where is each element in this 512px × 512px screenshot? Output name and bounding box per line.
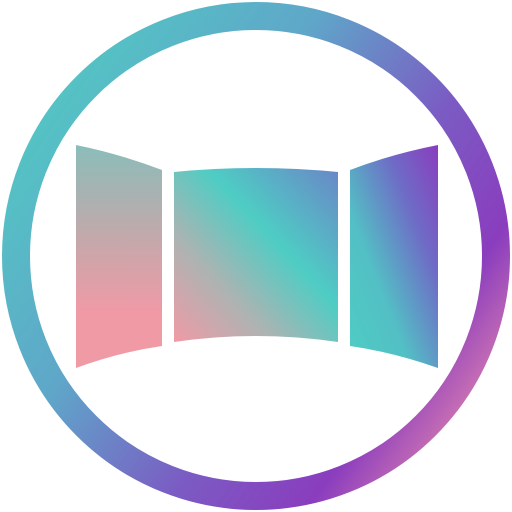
left-panel — [76, 145, 162, 368]
panorama-app-icon — [0, 0, 512, 512]
panorama-icon — [2, 2, 510, 510]
center-panel — [174, 168, 338, 342]
right-panel — [350, 145, 438, 368]
